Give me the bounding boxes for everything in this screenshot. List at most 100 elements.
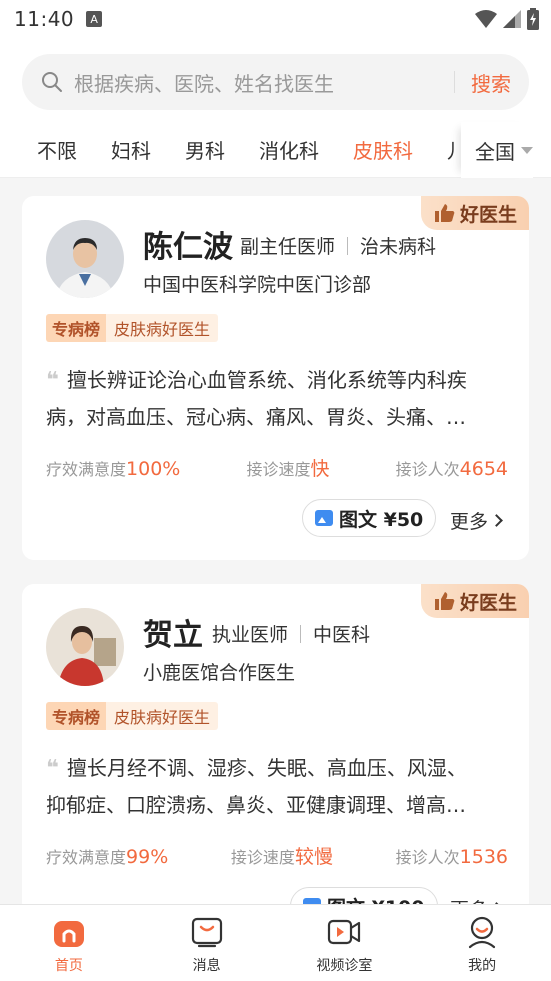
good-doctor-badge: 好医生: [420, 584, 529, 618]
consult-price: 图文 ¥50: [339, 508, 424, 531]
notification-icon: A: [86, 11, 103, 27]
more-button[interactable]: 更多: [450, 507, 503, 534]
status-time: 11:40: [14, 7, 75, 31]
desc-line-2: 病，对高血压、冠心病、痛风、胃炎、头痛、…: [46, 405, 466, 429]
doctor-name: 陈仁波: [143, 230, 233, 265]
doctor-title-row: 副主任医师 治未病科: [240, 232, 436, 259]
image-text-icon: [315, 510, 333, 526]
wifi-icon: [475, 10, 497, 28]
quote-icon: ❝: [46, 368, 59, 393]
desc-line-1: 擅长月经不调、湿疹、失眠、高血压、风湿、: [66, 756, 467, 780]
stat-label: 疗效满意度: [46, 848, 127, 867]
nav-label: 视频诊室: [316, 958, 373, 974]
doctor-title: 副主任医师: [240, 236, 336, 258]
battery-icon: [527, 8, 539, 30]
search-button[interactable]: 搜索: [471, 68, 511, 97]
doctor-department: 治未病科: [360, 236, 437, 258]
nav-label: 首页: [54, 958, 83, 974]
search-input[interactable]: 根据疾病、医院、姓名找医生: [74, 68, 438, 97]
stat-value: 4654: [459, 458, 508, 480]
stat-satisfaction: 疗效满意度100%: [46, 456, 180, 480]
stat-count: 接诊人次4654: [396, 456, 508, 480]
text-consult-button[interactable]: 图文 ¥50: [302, 499, 437, 537]
search-area: 根据疾病、医院、姓名找医生 搜索: [0, 38, 551, 122]
tab-gynecology[interactable]: 妇科: [111, 135, 151, 164]
nav-video-clinic[interactable]: 视频诊室: [276, 905, 414, 981]
thumbs-up-icon: [434, 204, 455, 222]
nav-label: 消息: [192, 958, 221, 974]
doctor-photo-icon: [46, 608, 124, 686]
nav-home[interactable]: 首页: [0, 905, 138, 981]
search-divider: [454, 71, 455, 93]
thumbs-up-icon: [434, 592, 455, 610]
nav-messages[interactable]: 消息: [138, 905, 276, 981]
quote-icon: ❝: [46, 756, 59, 781]
good-doctor-badge: 好医生: [420, 196, 529, 230]
doctor-photo-icon: [46, 220, 124, 298]
doctor-hospital: 中国中医科学院中医门诊部: [143, 274, 372, 296]
stat-speed: 接诊速度快: [246, 454, 329, 481]
stat-label: 接诊人次: [395, 848, 460, 867]
desc-line-1: 擅长辨证论治心血管系统、消化系统等内科疾: [66, 368, 467, 392]
doctor-hospital: 小鹿医馆合作医生: [143, 662, 296, 684]
stat-label: 接诊速度: [230, 848, 295, 867]
doctor-stats: 疗效满意度100% 接诊速度快 接诊人次4654: [46, 454, 508, 481]
home-icon: [53, 921, 84, 947]
stat-value: 1536: [459, 846, 508, 868]
ranking-tag-text: 皮肤病好医生: [106, 702, 219, 730]
nav-profile[interactable]: 我的: [413, 905, 551, 981]
title-divider: [300, 624, 302, 643]
doctor-title: 执业医师: [212, 624, 289, 646]
status-bar: 11:40 A: [0, 0, 551, 38]
doctor-card[interactable]: 好医生 陈仁波 副主任医师 治未病科 中国中医科学院中医门诊部 专病榜 皮肤病好…: [22, 196, 529, 560]
doctor-name: 贺立: [143, 618, 203, 653]
ranking-tag-label: 专病榜: [46, 314, 107, 342]
video-icon: [328, 919, 361, 945]
stat-label: 接诊速度: [246, 460, 311, 479]
avatar: [46, 220, 124, 298]
caret-down-icon: [521, 146, 533, 154]
doctor-stats: 疗效满意度99% 接诊速度较慢 接诊人次1536: [46, 842, 508, 869]
stat-value: 99%: [126, 846, 169, 868]
tabs-scroll: 不限 妇科 男科 消化科 皮肤科 儿: [37, 135, 455, 164]
search-icon: [42, 72, 62, 92]
bottom-nav: 首页 消息 视频诊室 我的: [0, 904, 551, 981]
more-label: 更多: [450, 511, 489, 533]
desc-line-2: 抑郁症、口腔溃疡、鼻炎、亚健康调理、增高…: [46, 793, 466, 817]
stat-satisfaction: 疗效满意度99%: [46, 844, 168, 868]
doctor-card[interactable]: 好医生 贺立 执业医师 中医科 小鹿医馆合作医生 专病榜 皮肤病好医生 ❝ 擅长月…: [22, 584, 529, 914]
stat-value: 快: [310, 458, 330, 480]
doctor-description: ❝ 擅长月经不调、湿疹、失眠、高血压、风湿、 抑郁症、口腔溃疡、鼻炎、亚健康调理、…: [46, 750, 508, 823]
avatar: [46, 608, 124, 686]
cell-signal-icon: [503, 10, 521, 28]
stat-count: 接诊人次1536: [396, 844, 508, 868]
message-icon: [191, 917, 222, 948]
ranking-tag-text: 皮肤病好医生: [106, 314, 219, 342]
search-bar[interactable]: 根据疾病、医院、姓名找医生 搜索: [22, 54, 529, 110]
chevron-right-icon: [490, 514, 503, 527]
tab-unlimited[interactable]: 不限: [37, 135, 77, 164]
region-selector[interactable]: 全国: [461, 122, 533, 178]
region-label: 全国: [475, 139, 515, 164]
stat-label: 接诊人次: [395, 460, 460, 479]
nav-label: 我的: [468, 958, 497, 974]
ranking-tag: 专病榜 皮肤病好医生: [46, 314, 219, 342]
badge-label: 好医生: [459, 203, 517, 226]
status-icons: [475, 8, 539, 30]
stat-value: 较慢: [294, 846, 333, 868]
tab-gastroenterology[interactable]: 消化科: [259, 135, 319, 164]
tab-andrology[interactable]: 男科: [185, 135, 225, 164]
doctor-department: 中医科: [313, 624, 371, 646]
profile-icon: [469, 916, 496, 949]
stat-speed: 接诊速度较慢: [231, 842, 333, 869]
tab-pediatrics[interactable]: 儿: [447, 135, 455, 164]
doctor-description: ❝ 擅长辨证论治心血管系统、消化系统等内科疾 病，对高血压、冠心病、痛风、胃炎、头…: [46, 362, 508, 435]
title-divider: [347, 236, 349, 255]
department-tabs: 不限 妇科 男科 消化科 皮肤科 儿 全国: [0, 122, 551, 178]
ranking-tag-label: 专病榜: [46, 702, 107, 730]
ranking-tag: 专病榜 皮肤病好医生: [46, 702, 219, 730]
doctor-title-row: 执业医师 中医科: [212, 620, 370, 647]
tab-dermatology[interactable]: 皮肤科: [353, 135, 413, 164]
stat-label: 疗效满意度: [46, 460, 127, 479]
badge-label: 好医生: [459, 591, 517, 614]
